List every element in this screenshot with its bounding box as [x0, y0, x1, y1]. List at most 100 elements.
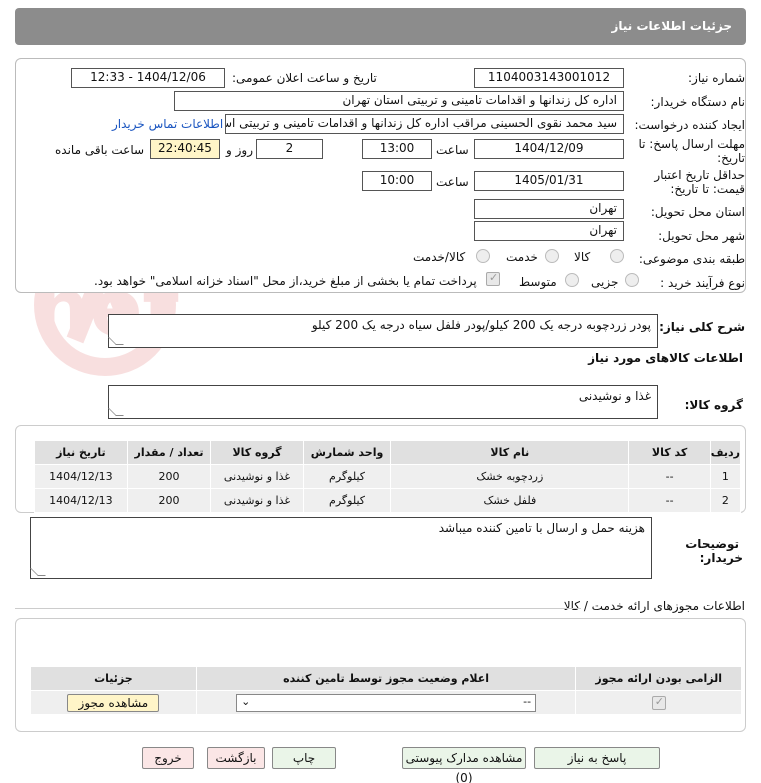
province-field: تهران	[474, 199, 624, 219]
print-button[interactable]: چاپ	[272, 747, 336, 769]
deadline-date-field: 1404/12/09	[474, 139, 624, 159]
announce-label: تاریخ و ساعت اعلان عمومی:	[232, 71, 377, 85]
need-number-field: 1104003143001012	[474, 68, 624, 88]
buyer-notes-label-2: خریدار:	[699, 551, 743, 565]
status-dropdown[interactable]: -- ⌄	[236, 693, 537, 712]
category-service-label: خدمت	[506, 250, 538, 264]
cell-qty: 200	[126, 464, 212, 489]
goods-group-field: غذا و نوشیدنی	[108, 385, 658, 419]
category-service-radio[interactable]	[545, 249, 559, 263]
reply-button[interactable]: پاسخ به نیاز	[534, 747, 660, 769]
cell-code: --	[628, 488, 711, 513]
col-date: تاریخ نیاز	[34, 440, 128, 465]
section-divider	[15, 608, 581, 609]
resize-handle[interactable]	[108, 408, 124, 416]
process-partial-label: جزیی	[591, 275, 619, 289]
license-section-title: اطلاعات مجوزهای ارائه خدمت / کالا	[563, 599, 745, 613]
need-number-label: شماره نیاز:	[688, 71, 745, 85]
requester-field: سید محمد نقوی الحسینی مراقب اداره کل زند…	[225, 114, 624, 134]
province-label: استان محل تحویل:	[650, 205, 745, 219]
col-details: جزئیات	[30, 666, 197, 691]
cell-unit: کیلوگرم	[302, 464, 392, 489]
view-license-button[interactable]: مشاهده مجوز	[67, 693, 160, 712]
cell-name: زردچوبه خشک	[390, 464, 630, 489]
attachments-button[interactable]: مشاهده مدارک پیوستی (0)	[402, 747, 526, 783]
announce-field: 1404/12/06 - 12:33	[71, 68, 225, 88]
cell-group: غذا و نوشیدنی	[210, 464, 304, 489]
deadline-label: مهلت ارسال پاسخ: تا	[638, 137, 745, 151]
cell-required	[575, 690, 742, 715]
page-header: جزئیات اطلاعات نیاز	[15, 8, 746, 45]
required-checkbox[interactable]	[651, 695, 666, 710]
col-row: ردیف	[709, 440, 742, 465]
cell-name: فلفل خشک	[390, 488, 630, 513]
cell-date: 1404/12/13	[34, 464, 128, 489]
description-label: شرح کلی نیاز:	[659, 320, 745, 334]
city-field: تهران	[474, 221, 624, 241]
col-qty: تعداد / مقدار	[126, 440, 212, 465]
description-text: پودر زردچوبه درجه یک 200 کیلو/پودر فلفل …	[311, 318, 651, 332]
resize-handle[interactable]	[108, 337, 124, 345]
exit-button[interactable]: خروج	[142, 747, 194, 769]
cell-date: 1404/12/13	[34, 488, 128, 513]
cell-group: غذا و نوشیدنی	[210, 488, 304, 513]
validity-label-2: قیمت: تا تاریخ:	[670, 182, 745, 196]
remaining-label: ساعت باقی مانده	[55, 143, 145, 157]
process-label: نوع فرآیند خرید :	[660, 276, 745, 290]
remaining-time-field: 22:40:45	[150, 139, 220, 159]
goods-table: ردیف کد کالا نام کالا واحد شمارش گروه کا…	[34, 440, 742, 513]
page-title: جزئیات اطلاعات نیاز	[611, 19, 732, 33]
goods-table-header: ردیف کد کالا نام کالا واحد شمارش گروه کا…	[34, 440, 742, 465]
table-row: 1 -- زردچوبه خشک کیلوگرم غذا و نوشیدنی 2…	[34, 464, 742, 489]
category-both-label: کالا/خدمت	[413, 250, 466, 264]
process-medium-radio[interactable]	[565, 273, 579, 287]
validity-date-field: 1405/01/31	[474, 171, 624, 191]
col-unit: واحد شمارش	[302, 440, 392, 465]
cell-code: --	[628, 464, 711, 489]
goods-section-title: اطلاعات کالاهای مورد نیاز	[588, 351, 743, 365]
goods-group-text: غذا و نوشیدنی	[578, 389, 651, 403]
col-status: اعلام وضعیت مجوز توسط تامین کننده	[195, 666, 577, 691]
col-code: کد کالا	[628, 440, 711, 465]
cell-row: 2	[709, 488, 742, 513]
deadline-time-label: ساعت	[436, 143, 469, 157]
buyer-org-label: نام دستگاه خریدار:	[650, 95, 746, 109]
cell-details: مشاهده مجوز	[30, 690, 197, 715]
process-partial-radio[interactable]	[625, 273, 639, 287]
back-button[interactable]: بازگشت	[207, 747, 265, 769]
cell-unit: کیلوگرم	[302, 488, 392, 513]
cell-status: -- ⌄	[195, 690, 577, 715]
category-both-radio[interactable]	[476, 249, 490, 263]
category-goods-label: کالا	[574, 250, 591, 264]
cell-row: 1	[709, 464, 742, 489]
license-table: الزامی بودن ارائه مجوز اعلام وضعیت مجوز …	[30, 666, 742, 715]
validity-time-field: 10:00	[362, 171, 432, 191]
deadline-time-field: 13:00	[362, 139, 432, 159]
description-field: پودر زردچوبه درجه یک 200 کیلو/پودر فلفل …	[108, 314, 658, 348]
process-medium-label: متوسط	[519, 275, 557, 289]
treasury-note: پرداخت تمام یا بخشی از مبلغ خرید،از محل …	[94, 274, 477, 288]
category-label: طبقه بندی موضوعی:	[638, 252, 745, 266]
table-row: 2 -- فلفل خشک کیلوگرم غذا و نوشیدنی 200 …	[34, 488, 742, 513]
buyer-notes-label: توضیحات	[685, 537, 739, 551]
days-field: 2	[256, 139, 323, 159]
cell-qty: 200	[126, 488, 212, 513]
validity-label: حداقل تاریخ اعتبار	[654, 168, 745, 182]
resize-handle[interactable]	[30, 568, 46, 576]
chevron-down-icon: ⌄	[241, 694, 251, 708]
buyer-notes-text: هزینه حمل و ارسال با تامین کننده میباشد	[438, 521, 645, 535]
validity-time-label: ساعت	[436, 175, 469, 189]
goods-group-label: گروه کالا:	[684, 398, 743, 412]
treasury-checkbox[interactable]	[486, 271, 500, 286]
col-group: گروه کالا	[210, 440, 304, 465]
contact-buyer-link[interactable]: اطلاعات تماس خریدار	[112, 117, 223, 131]
buyer-org-field: اداره کل زندانها و اقدامات تامینی و تربی…	[174, 91, 624, 111]
category-goods-radio[interactable]	[610, 249, 624, 263]
col-required: الزامی بودن ارائه مجوز	[575, 666, 742, 691]
requester-label: ایجاد کننده درخواست:	[634, 118, 745, 132]
col-name: نام کالا	[390, 440, 630, 465]
city-label: شهر محل تحویل:	[658, 229, 745, 243]
buyer-notes-field: هزینه حمل و ارسال با تامین کننده میباشد	[30, 517, 652, 579]
license-table-header: الزامی بودن ارائه مجوز اعلام وضعیت مجوز …	[30, 666, 742, 691]
days-label: روز و	[226, 143, 253, 157]
